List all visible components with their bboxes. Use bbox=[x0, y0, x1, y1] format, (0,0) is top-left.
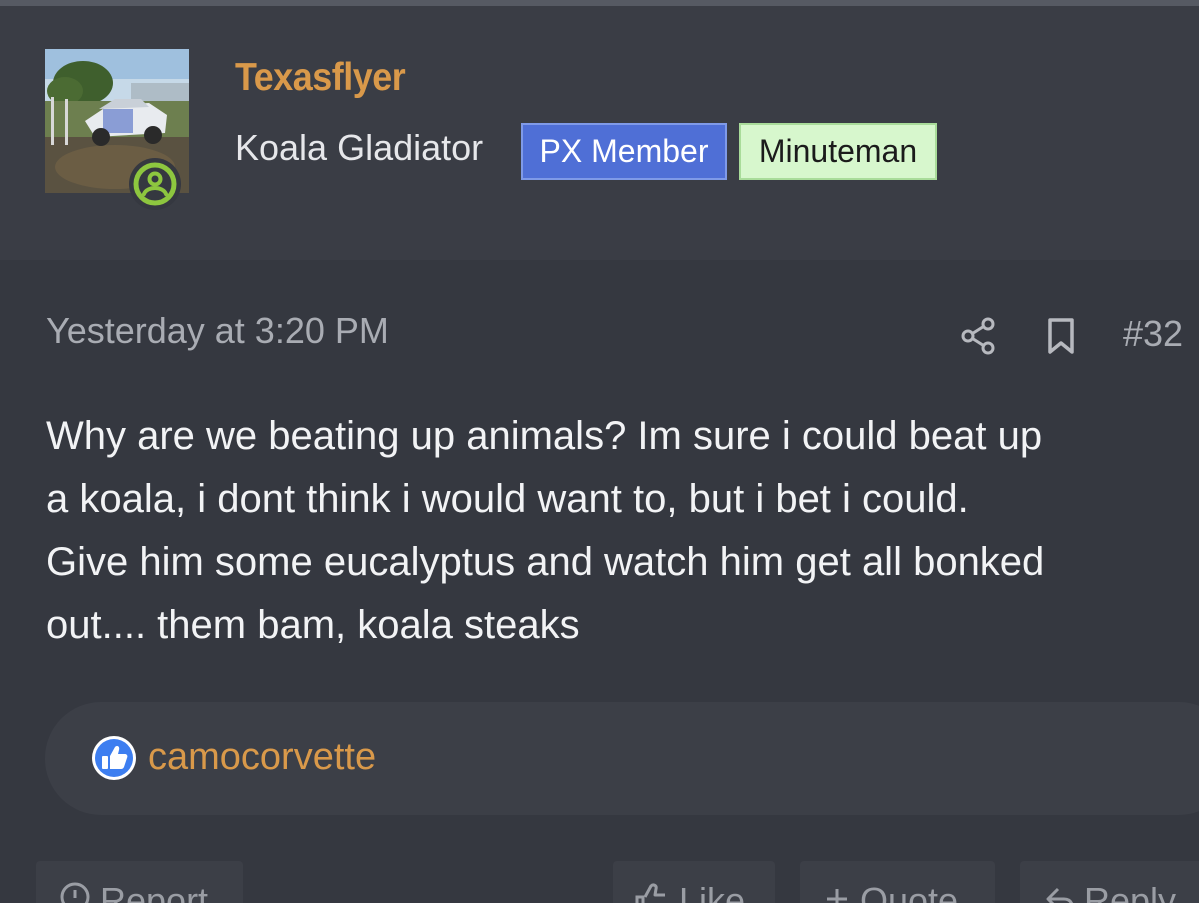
quote-button[interactable]: Quote bbox=[800, 861, 995, 903]
post-number[interactable]: #32 bbox=[1123, 313, 1183, 355]
online-status-icon bbox=[129, 158, 181, 210]
banner-px-member: PX Member bbox=[521, 123, 727, 180]
post-body-line: Give him some eucalyptus and watch him g… bbox=[46, 540, 1045, 584]
bookmark-icon[interactable] bbox=[1046, 317, 1076, 355]
share-icon[interactable] bbox=[960, 316, 998, 356]
report-icon bbox=[60, 882, 90, 903]
like-label: Like bbox=[679, 880, 746, 903]
post-date[interactable]: Yesterday at 3:20 PM bbox=[46, 310, 389, 352]
banner-minuteman: Minuteman bbox=[739, 123, 937, 180]
like-button[interactable]: Like bbox=[613, 861, 775, 903]
reply-button[interactable]: Reply bbox=[1020, 861, 1199, 903]
quote-label: Quote bbox=[860, 880, 959, 903]
post-body: Why are we beating up animals? Im sure i… bbox=[46, 405, 1199, 657]
post-body-line: out.... them bam, koala steaks bbox=[46, 603, 580, 647]
post-body-line: Why are we beating up animals? Im sure i… bbox=[46, 414, 1043, 458]
reply-icon bbox=[1046, 887, 1074, 903]
reaction-username[interactable]: camocorvette bbox=[148, 736, 376, 779]
report-button[interactable]: Report bbox=[36, 861, 243, 903]
reply-label: Reply bbox=[1084, 880, 1177, 903]
user-title: Koala Gladiator bbox=[235, 127, 484, 168]
plus-icon bbox=[827, 889, 847, 903]
post-body-line: a koala, i dont think i would want to, b… bbox=[46, 477, 969, 521]
like-reaction-icon bbox=[92, 736, 136, 780]
forum-post-page: Texasflyer Koala Gladiator PX Member Min… bbox=[0, 0, 1199, 903]
username[interactable]: Texasflyer bbox=[235, 56, 406, 100]
report-label: Report bbox=[100, 880, 209, 903]
thumbs-up-icon bbox=[635, 883, 665, 903]
